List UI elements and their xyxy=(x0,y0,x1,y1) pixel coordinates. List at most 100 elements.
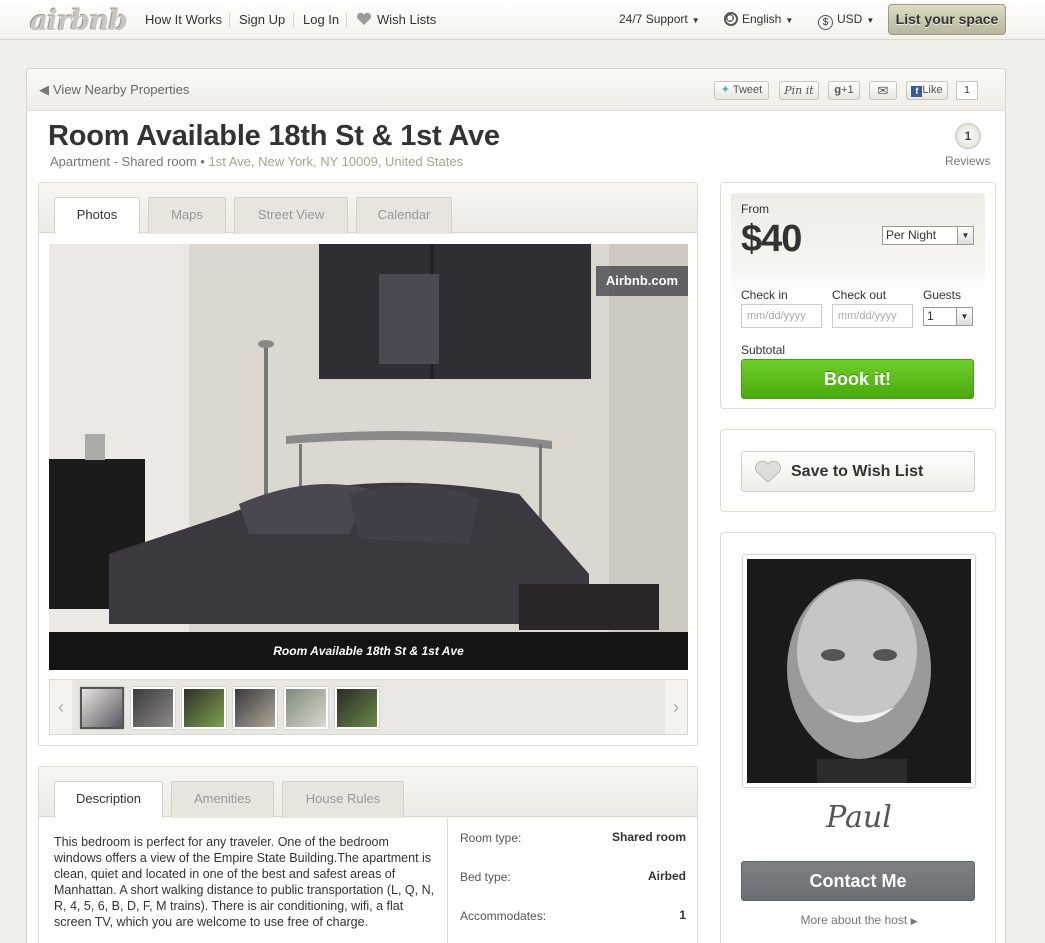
heart-icon xyxy=(356,12,372,25)
from-label: From xyxy=(741,202,769,216)
listing-card: ◀ View Nearby Properties ✦ Tweet Pin it g… xyxy=(26,68,1006,943)
room-type-value: Shared room xyxy=(611,830,686,844)
caret-down-icon: ▼ xyxy=(691,16,700,25)
list-your-space-button[interactable]: List your space xyxy=(888,4,1006,35)
room-type-line: Apartment - Shared room xyxy=(50,154,197,169)
guests-select[interactable]: 1 ▼ xyxy=(923,307,973,326)
save-to-wishlist-button[interactable]: Save to Wish List xyxy=(741,451,975,492)
support-menu[interactable]: 24/7 Support ▼ xyxy=(619,11,700,29)
dropdown-arrow-icon: ▼ xyxy=(956,308,972,325)
top-navbar: airbnb How It Works Sign Up Log In Wish … xyxy=(0,0,1045,40)
contact-me-button[interactable]: Contact Me xyxy=(741,861,975,901)
host-panel: Paul Contact Me More about the host ▶ xyxy=(720,532,996,943)
chevron-left-icon[interactable]: ‹ xyxy=(50,680,72,734)
arrow-left-icon: ◀ xyxy=(39,82,49,97)
dropdown-arrow-icon: ▼ xyxy=(957,227,973,244)
tab-house-rules[interactable]: House Rules xyxy=(282,781,404,818)
tweet-label: Tweet xyxy=(732,84,763,96)
reviews-count-badge[interactable]: 1 xyxy=(955,123,981,149)
accommodates-value: 1 xyxy=(679,908,686,922)
booking-form: From $40 Per Night ▼ Check in Check out … xyxy=(731,193,985,399)
checkin-label: Check in xyxy=(741,288,788,302)
save-to-wishlist-label: Save to Wish List xyxy=(791,463,924,480)
booking-panel: From $40 Per Night ▼ Check in Check out … xyxy=(720,182,996,409)
photos-panel: Photos Maps Street View Calendar Airbnb.… xyxy=(38,182,698,746)
globe-icon xyxy=(724,12,738,26)
description-panel: Description Amenities House Rules This b… xyxy=(38,766,698,943)
price-period-select[interactable]: Per Night ▼ xyxy=(882,226,974,245)
nav-wish-lists[interactable]: Wish Lists xyxy=(346,12,445,28)
more-about-host-label: More about the host xyxy=(800,913,908,927)
facebook-icon: f xyxy=(911,86,923,97)
chevron-right-icon[interactable]: › xyxy=(665,680,687,734)
tab-maps[interactable]: Maps xyxy=(148,197,226,234)
host-portrait-image xyxy=(747,559,971,783)
checkout-input[interactable]: mm/dd/yyyy xyxy=(832,304,913,328)
language-menu[interactable]: English ▼ xyxy=(724,11,793,29)
twitter-icon: ✦ xyxy=(720,84,730,96)
listing-subtitle: Apartment - Shared room • 1st Ave, New Y… xyxy=(50,154,464,169)
caret-down-icon: ▼ xyxy=(785,16,794,25)
nav-how-it-works[interactable]: How It Works xyxy=(136,12,231,28)
tab-amenities[interactable]: Amenities xyxy=(171,781,274,818)
thumbnail[interactable] xyxy=(284,687,328,729)
checkin-input[interactable]: mm/dd/yyyy xyxy=(741,304,822,328)
thumbnail[interactable] xyxy=(131,687,175,729)
price: $40 xyxy=(741,218,802,260)
address-link[interactable]: 1st Ave, New York, NY 10009, United Stat… xyxy=(208,154,463,169)
bed-type-value: Airbed xyxy=(647,869,686,883)
airbnb-watermark: Airbnb.com xyxy=(596,266,688,296)
play-right-icon: ▶ xyxy=(910,916,918,926)
facebook-like-button[interactable]: f Like xyxy=(906,81,948,100)
description-text: This bedroom is perfect for any traveler… xyxy=(54,835,435,929)
airbnb-logo[interactable]: airbnb xyxy=(30,4,130,37)
bedroom-photo-image xyxy=(49,244,688,670)
room-type-label: Room type: xyxy=(460,831,522,845)
support-label: 24/7 Support xyxy=(619,12,688,26)
view-nearby-label: View Nearby Properties xyxy=(53,82,190,97)
heart-icon xyxy=(755,461,781,483)
host-name: Paul xyxy=(826,800,892,835)
wishlist-panel: Save to Wish List xyxy=(720,429,996,512)
description-tabs: Description Amenities House Rules xyxy=(39,767,697,818)
guests-label: Guests xyxy=(923,288,962,302)
gplus-label: +1 xyxy=(841,84,854,96)
language-label: English xyxy=(742,12,782,26)
tab-description[interactable]: Description xyxy=(54,781,163,818)
photo-caption: Room Available 18th St & 1st Ave xyxy=(49,632,688,670)
listing-photo[interactable]: Airbnb.com Room Available 18th St & 1st … xyxy=(49,244,688,670)
price-period-value: Per Night xyxy=(886,228,937,242)
bed-type-label: Bed type: xyxy=(460,870,511,884)
view-nearby-link[interactable]: ◀ View Nearby Properties xyxy=(39,82,189,98)
photo-tabs: Photos Maps Street View Calendar xyxy=(39,183,697,234)
book-it-button[interactable]: Book it! xyxy=(741,359,974,399)
subtotal-label: Subtotal xyxy=(741,343,786,357)
nav-log-in[interactable]: Log In xyxy=(293,12,348,28)
host-avatar[interactable] xyxy=(743,555,975,787)
wish-lists-label: Wish Lists xyxy=(377,12,437,27)
pinit-button[interactable]: Pin it xyxy=(779,81,819,100)
currency-label: USD xyxy=(837,12,863,26)
currency-menu[interactable]: $ USD ▼ xyxy=(818,11,874,30)
tweet-button[interactable]: ✦ Tweet xyxy=(714,81,769,100)
more-about-host-link[interactable]: More about the host ▶ xyxy=(721,913,997,927)
email-share-button[interactable]: ✉ xyxy=(869,81,897,100)
dollar-icon: $ xyxy=(818,15,833,30)
tab-street-view[interactable]: Street View xyxy=(234,197,348,234)
listing-toolbar: ◀ View Nearby Properties ✦ Tweet Pin it g… xyxy=(27,69,1005,111)
checkout-label: Check out xyxy=(832,288,887,302)
divider xyxy=(447,818,448,943)
thumbnail[interactable] xyxy=(335,687,379,729)
envelope-icon: ✉ xyxy=(877,83,889,98)
reviews-label[interactable]: Reviews xyxy=(945,154,990,168)
thumbnail[interactable] xyxy=(182,687,226,729)
like-count: 1 xyxy=(956,81,978,100)
gplus-button[interactable]: g+1 xyxy=(828,81,860,100)
tab-photos[interactable]: Photos xyxy=(54,197,140,234)
accommodates-label: Accommodates: xyxy=(460,909,547,923)
thumbnail[interactable] xyxy=(233,687,277,729)
nav-sign-up[interactable]: Sign Up xyxy=(229,12,294,28)
guests-value: 1 xyxy=(927,309,934,323)
tab-calendar[interactable]: Calendar xyxy=(356,197,452,234)
thumbnail[interactable] xyxy=(80,687,124,729)
